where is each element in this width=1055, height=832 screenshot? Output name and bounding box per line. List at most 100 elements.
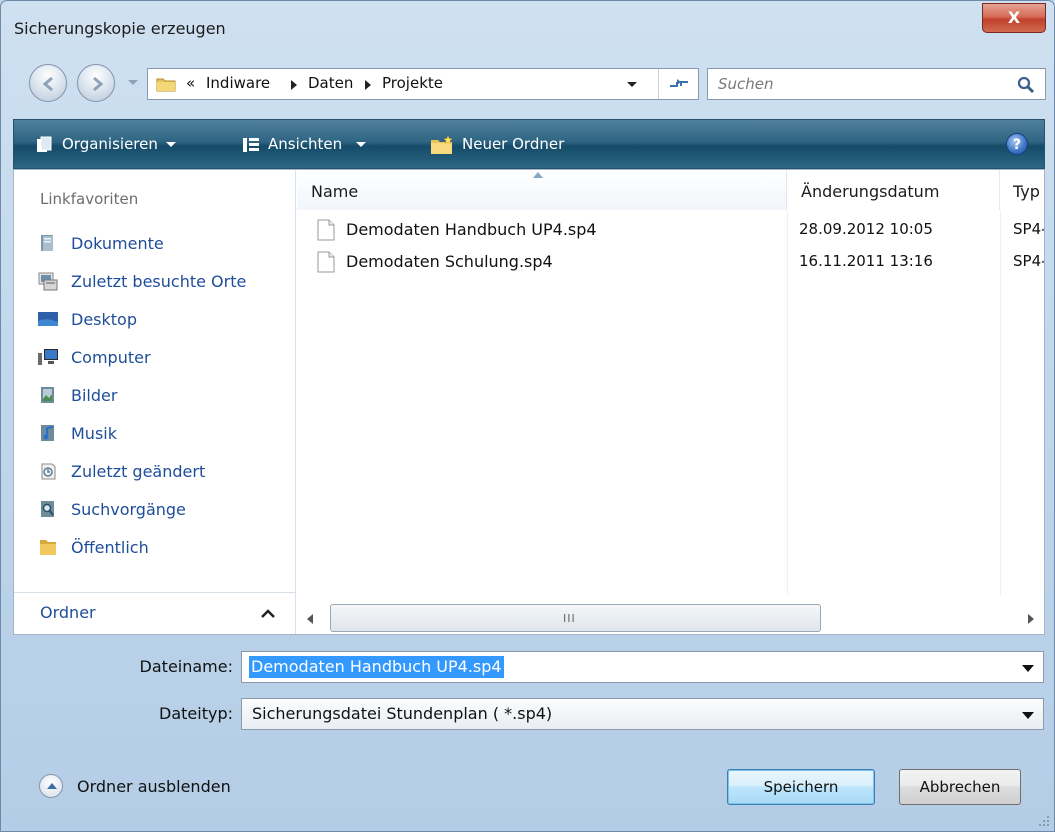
save-dialog: Sicherungskopie erzeugen X « Indiware Da…: [0, 0, 1055, 832]
column-header-type[interactable]: Typ: [1000, 170, 1044, 210]
sidebar-item-label: Bilder: [71, 385, 118, 405]
back-arrow-icon: [42, 76, 53, 92]
resize-grip-icon[interactable]: [1038, 815, 1050, 827]
sidebar-item-label: Suchvorgänge: [71, 499, 186, 519]
cancel-button[interactable]: Abbrechen: [899, 769, 1021, 805]
organize-icon: [37, 136, 52, 152]
address-dropdown-icon[interactable]: [626, 81, 638, 89]
file-row[interactable]: Demodaten Schulung.sp4 16.11.2011 13:16 …: [297, 248, 1044, 276]
file-icon: [317, 251, 335, 273]
save-button[interactable]: Speichern: [727, 769, 875, 805]
views-label: Ansichten: [268, 135, 343, 153]
search-box[interactable]: [707, 68, 1046, 100]
breadcrumb-arrow-icon[interactable]: [364, 79, 372, 91]
breadcrumb-arrow-icon[interactable]: [290, 79, 298, 91]
sidebar-item-musik[interactable]: Musik: [38, 418, 117, 448]
collapse-circle-icon: [39, 774, 63, 798]
breadcrumb-projekte[interactable]: Projekte: [382, 74, 443, 92]
favorites-heading: Linkfavoriten: [40, 190, 139, 208]
column-header-label: Änderungsdatum: [801, 182, 940, 201]
views-button[interactable]: Ansichten: [242, 133, 367, 155]
sidebar-item-zuletzt-besuchte-orte[interactable]: Zuletzt besuchte Orte: [38, 266, 246, 296]
views-icon: [243, 137, 259, 152]
sidebar-item-suchvorgaenge[interactable]: Suchvorgänge: [38, 494, 186, 524]
filetype-value: Sicherungsdatei Stundenplan ( *.sp4): [252, 704, 553, 723]
public-folder-icon: [40, 540, 56, 555]
sidebar-item-label: Desktop: [71, 309, 137, 329]
close-button[interactable]: X: [982, 3, 1046, 33]
content-area: Linkfavoriten Dokumente Zuletzt besuchte…: [13, 169, 1045, 635]
computer-icon: [38, 349, 58, 365]
filename-field[interactable]: Demodaten Handbuch UP4.sp4: [241, 651, 1044, 683]
recent-locations-dropdown[interactable]: [127, 79, 139, 87]
file-row[interactable]: Demodaten Handbuch UP4.sp4 28.09.2012 10…: [297, 216, 1044, 244]
file-date: 28.09.2012 10:05: [799, 220, 933, 238]
sidebar-item-dokumente[interactable]: Dokumente: [38, 228, 164, 258]
scroll-left-icon[interactable]: [307, 614, 313, 624]
sidebar-item-zuletzt-geaendert[interactable]: Zuletzt geändert: [38, 456, 205, 486]
file-date: 16.11.2011 13:16: [799, 252, 933, 270]
documents-icon: [41, 235, 53, 251]
column-header-date[interactable]: Änderungsdatum: [787, 170, 1000, 210]
search-icon[interactable]: [1017, 76, 1035, 94]
breadcrumb-overflow[interactable]: «: [186, 74, 195, 92]
back-button[interactable]: [29, 64, 67, 102]
scroll-right-icon[interactable]: [1028, 614, 1034, 624]
new-folder-icon: [431, 134, 453, 154]
breadcrumb-indiware[interactable]: Indiware: [206, 74, 270, 92]
scroll-grip: III: [563, 612, 576, 625]
sidebar-item-oeffentlich[interactable]: Öffentlich: [38, 532, 149, 562]
window-title: Sicherungskopie erzeugen: [14, 19, 226, 38]
recent-places-icon: [38, 272, 58, 291]
new-folder-button[interactable]: Neuer Ordner: [430, 133, 564, 155]
sidebar-item-bilder[interactable]: Bilder: [38, 380, 117, 410]
address-bar[interactable]: « Indiware Daten Projekte: [147, 68, 699, 100]
organize-button[interactable]: Organisieren: [36, 133, 176, 155]
title-bar: Sicherungskopie erzeugen X: [1, 1, 1054, 53]
hide-folders-label: Ordner ausblenden: [77, 776, 231, 796]
horizontal-scrollbar[interactable]: III: [297, 602, 1044, 634]
sidebar-item-label: Zuletzt geändert: [71, 461, 206, 481]
sidebar-item-desktop[interactable]: Desktop: [38, 304, 137, 334]
filename-label: Dateiname:: [139, 657, 233, 676]
sort-ascending-icon: [533, 172, 543, 178]
chevron-up-icon[interactable]: [261, 609, 275, 618]
file-list: Name Änderungsdatum Typ Demodaten Handbu…: [297, 170, 1044, 634]
navigation-bar: « Indiware Daten Projekte: [1, 53, 1054, 113]
folders-label: Ordner: [40, 603, 96, 622]
forward-button[interactable]: [77, 64, 115, 102]
file-name: Demodaten Handbuch UP4.sp4: [346, 220, 597, 239]
forward-arrow-icon: [93, 76, 104, 92]
folder-icon: [156, 78, 176, 92]
pictures-icon: [41, 387, 54, 403]
column-header-name[interactable]: Name: [297, 170, 787, 210]
recently-changed-icon: [41, 463, 56, 480]
sidebar-item-computer[interactable]: Computer: [38, 342, 151, 372]
command-toolbar: Organisieren Ansichten Neuer Ordner ?: [13, 119, 1045, 169]
column-header-label: Name: [311, 182, 359, 201]
filetype-label: Dateityp:: [159, 704, 233, 723]
folders-toggle[interactable]: Ordner: [14, 592, 295, 634]
new-folder-label: Neuer Ordner: [462, 135, 565, 153]
help-icon[interactable]: ?: [1006, 133, 1028, 155]
chevron-down-icon[interactable]: [1022, 665, 1034, 672]
filename-value[interactable]: Demodaten Handbuch UP4.sp4: [249, 656, 504, 678]
sidebar-item-label: Computer: [71, 347, 151, 367]
caret-down-icon: [165, 141, 176, 147]
searches-icon: [41, 501, 54, 517]
file-type: SP4-: [1013, 252, 1044, 270]
sidebar-item-label: Öffentlich: [71, 537, 149, 557]
chevron-down-icon[interactable]: [1022, 712, 1034, 719]
desktop-icon: [38, 312, 58, 326]
hide-folders-button[interactable]: Ordner ausblenden: [39, 773, 231, 799]
file-type: SP4-: [1013, 220, 1044, 238]
refresh-button[interactable]: [658, 69, 698, 99]
file-name: Demodaten Schulung.sp4: [346, 252, 553, 271]
scrollbar-thumb[interactable]: III: [330, 604, 821, 632]
filetype-select[interactable]: Sicherungsdatei Stundenplan ( *.sp4): [241, 698, 1044, 730]
search-input[interactable]: [716, 73, 996, 95]
breadcrumb-daten[interactable]: Daten: [308, 74, 353, 92]
refresh-icon: [669, 79, 688, 87]
sidebar-item-label: Dokumente: [71, 233, 164, 253]
organize-label: Organisieren: [62, 135, 158, 153]
